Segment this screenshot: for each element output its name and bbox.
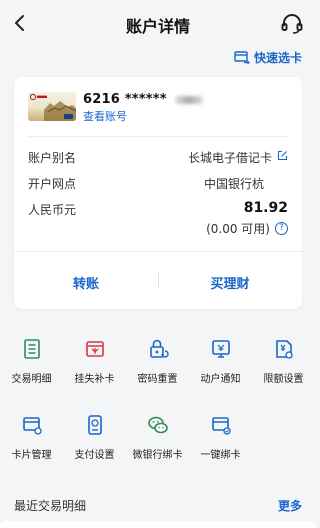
currency-label: 人民币元 (28, 203, 77, 217)
card-number: 6216 ****** (83, 92, 204, 107)
branch-value: 中国银行杭 (203, 177, 264, 191)
limit-settings-icon (275, 340, 293, 359)
list-icon (23, 339, 40, 359)
available-amount: (0.00 可用) (206, 222, 270, 236)
card-switch-icon (234, 51, 250, 64)
func-label: 一键绑卡 (200, 450, 241, 461)
one-click-bind-icon (211, 417, 231, 435)
transfer-button[interactable]: 转账 (14, 273, 158, 292)
func-label: 微银行绑卡 (132, 450, 183, 461)
recent-transactions-title: 最近交易明细 (14, 499, 87, 513)
card-manage-icon (22, 417, 42, 435)
quick-select-label: 快速选卡 (253, 50, 302, 65)
page-title: 账户详情 (125, 17, 190, 36)
available-balance: (0.00 可用) ? (206, 220, 288, 237)
recent-transactions-panel (0, 521, 316, 528)
view-account-link[interactable]: 查看账号 (83, 108, 127, 124)
edit-icon[interactable] (277, 150, 288, 161)
divider (28, 136, 288, 137)
func-transaction-details[interactable]: 交易明细 (0, 338, 63, 388)
balance-amount: 81.92 (243, 200, 288, 216)
func-label: 支付设置 (74, 450, 115, 461)
func-report-loss[interactable]: 挂失补卡 (63, 338, 126, 388)
func-wechat-bind[interactable]: 微银行绑卡 (126, 414, 189, 464)
func-one-click-bind[interactable]: 一键绑卡 (189, 414, 252, 464)
wechat-bind-icon (147, 416, 168, 434)
divider (14, 251, 302, 252)
func-payment-settings[interactable]: 支付设置 (63, 414, 126, 464)
func-password-reset[interactable]: 密码重置 (126, 338, 189, 388)
alias-value: 长城电子借记卡 (187, 151, 272, 165)
masked-digits (175, 95, 204, 104)
alias-label: 账户别名 (28, 151, 77, 165)
func-label: 动户通知 (200, 374, 241, 385)
func-label: 挂失补卡 (74, 374, 115, 385)
top-bar: 账户详情 (0, 0, 316, 46)
func-limit-settings[interactable]: 限额设置 (252, 338, 315, 388)
branch-label: 开户网点 (28, 177, 77, 191)
buy-wealth-button[interactable]: 买理财 (158, 273, 302, 292)
bank-card-image (28, 92, 76, 121)
account-card: 6216 ****** 查看账号 账户别名 长城电子借记卡 开户网点 中国银行杭… (14, 77, 302, 309)
func-account-notification[interactable]: 动户通知 (189, 338, 252, 388)
report-loss-icon (85, 341, 104, 357)
func-label: 交易明细 (11, 374, 52, 385)
quick-select-card-button[interactable]: 快速选卡 (234, 48, 302, 66)
notification-icon (211, 340, 230, 358)
customer-service-icon[interactable] (280, 12, 304, 36)
func-card-management[interactable]: 卡片管理 (0, 414, 63, 464)
more-link[interactable]: 更多 (278, 497, 302, 514)
func-label: 密码重置 (137, 374, 178, 385)
help-icon[interactable]: ? (275, 222, 288, 235)
payment-settings-icon (87, 415, 102, 435)
func-label: 限额设置 (263, 374, 304, 385)
password-reset-icon (149, 339, 169, 358)
func-label: 卡片管理 (11, 450, 52, 461)
